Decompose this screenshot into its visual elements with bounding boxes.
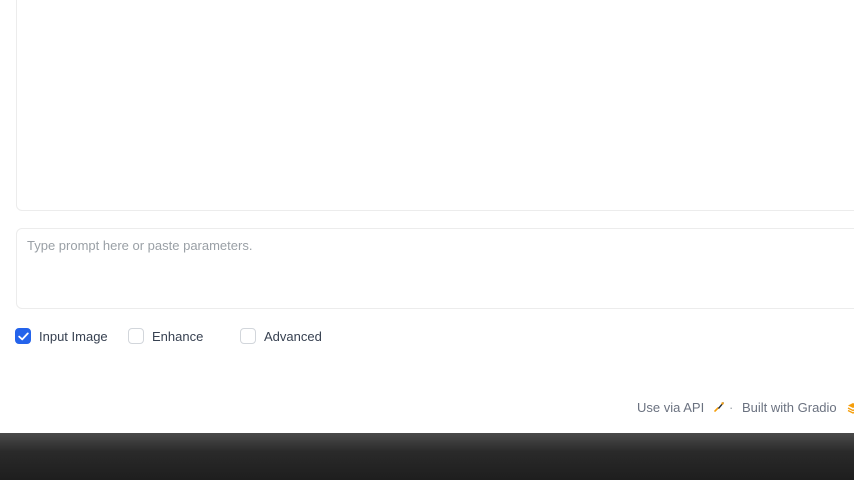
advanced-option[interactable]: Advanced — [240, 327, 322, 345]
use-via-api-link[interactable]: Use via API — [637, 400, 726, 415]
bottom-bar — [0, 433, 854, 480]
footer: Use via API · Built with Gradio — [0, 400, 854, 416]
use-via-api-label: Use via API — [637, 400, 705, 415]
enhance-checkbox[interactable] — [128, 328, 144, 344]
prompt-input[interactable] — [27, 238, 847, 298]
built-with-gradio-label: Built with Gradio — [742, 400, 837, 415]
advanced-checkbox[interactable] — [240, 328, 256, 344]
checkmark-icon — [17, 332, 29, 340]
gradio-logo-icon — [847, 403, 854, 414]
enhance-option[interactable]: Enhance — [128, 327, 203, 345]
advanced-label: Advanced — [264, 328, 322, 344]
built-with-gradio-link[interactable]: Built with Gradio — [742, 400, 854, 415]
footer-separator: · — [729, 400, 734, 415]
input-image-label: Input Image — [39, 328, 108, 344]
input-image-panel[interactable] — [16, 0, 854, 211]
enhance-label: Enhance — [152, 328, 204, 344]
page: Input Image Enhance Advanced Use via API… — [0, 0, 854, 480]
rocket-icon — [714, 402, 724, 412]
input-image-option[interactable]: Input Image — [15, 327, 108, 345]
prompt-box — [16, 228, 854, 309]
input-image-checkbox[interactable] — [15, 328, 31, 344]
